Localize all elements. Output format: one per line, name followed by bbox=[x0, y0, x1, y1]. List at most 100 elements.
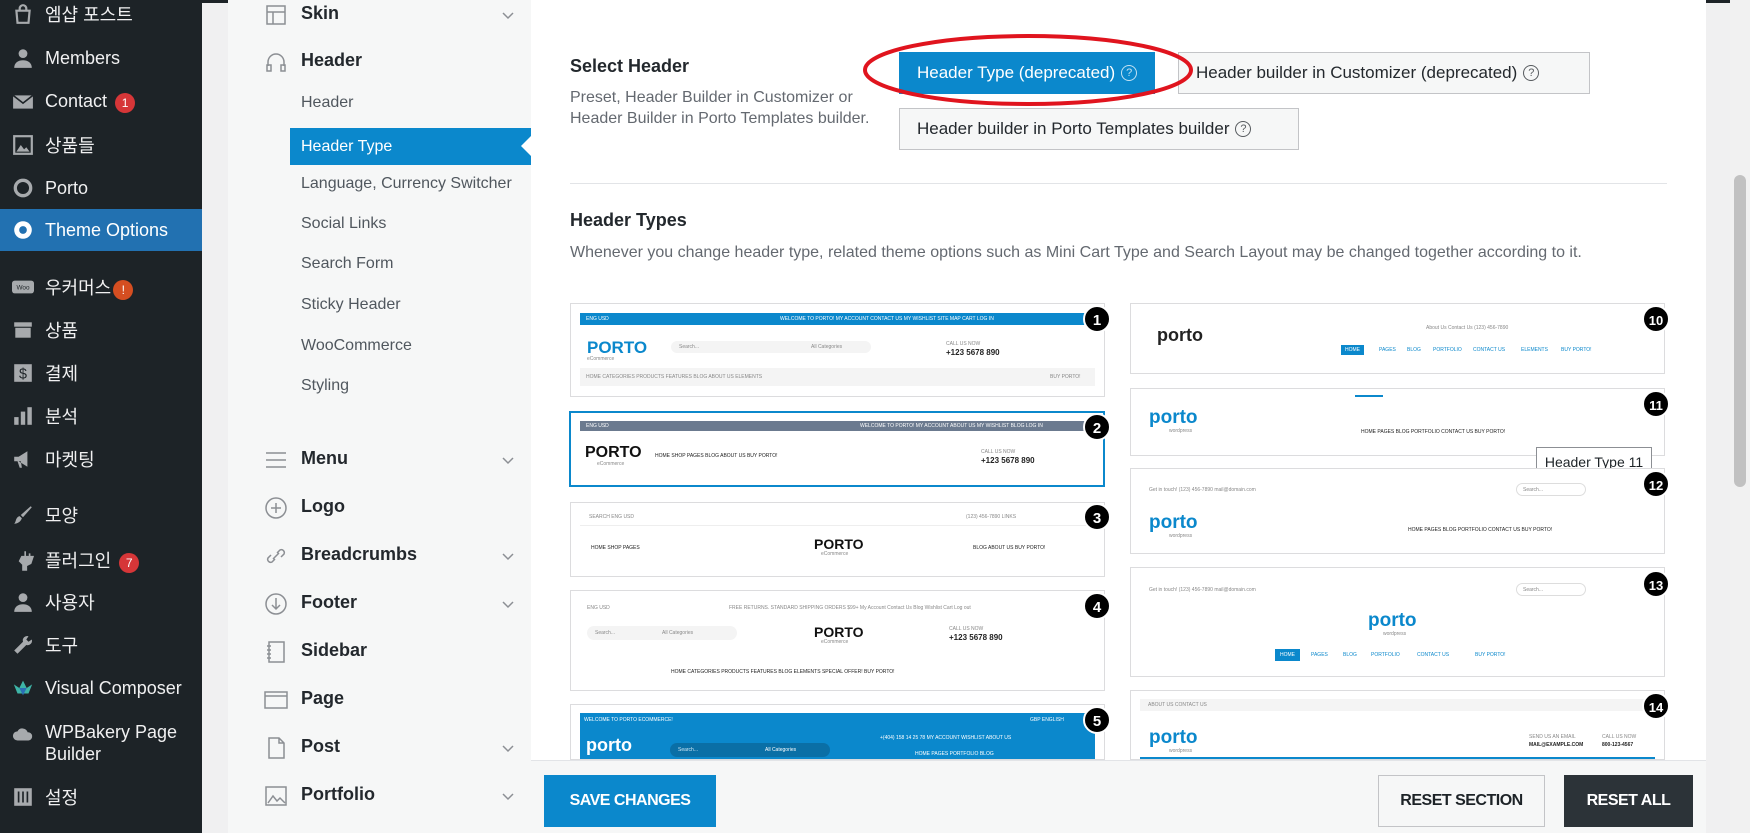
preview-nav: HOME CATEGORIES PRODUCTS FEATURES BLOG A… bbox=[586, 374, 763, 380]
menu-item-appearance[interactable]: 모양 bbox=[0, 495, 202, 535]
menu-item-members[interactable]: Members bbox=[0, 38, 202, 78]
help-icon[interactable]: ? bbox=[1235, 121, 1252, 137]
subsection-sticky-header[interactable]: Sticky Header bbox=[301, 296, 401, 314]
subsection-header[interactable]: Header bbox=[301, 94, 353, 112]
section-footer[interactable]: Footer bbox=[228, 584, 531, 624]
preview-divider bbox=[580, 525, 1095, 526]
preview-nav: HOME SHOP PAGES BLOG ABOUT US BUY PORTO! bbox=[655, 453, 778, 459]
menu-item-contact[interactable]: Contact 1 bbox=[0, 82, 202, 122]
section-skin[interactable]: Skin bbox=[228, 0, 531, 35]
preview-nav-item: PORTFOLIO bbox=[1433, 347, 1462, 353]
save-changes-button[interactable]: SAVE CHANGES bbox=[544, 775, 716, 827]
preview-categories: All Categories bbox=[811, 344, 843, 350]
menu-item-label: 마켓팅 bbox=[45, 450, 95, 470]
preview-phone: +(404) 158 14 25 78 MY ACCOUNT WISHLIST … bbox=[880, 735, 1012, 741]
section-sidebar[interactable]: Sidebar bbox=[228, 632, 531, 672]
section-portfolio[interactable]: Portfolio bbox=[228, 776, 531, 816]
header-type-4[interactable]: ENG USD FREE RETURNS. STANDARD SHIPPING … bbox=[570, 590, 1105, 691]
option-header-builder-templates[interactable]: Header builder in Porto Templates builde… bbox=[899, 108, 1299, 150]
section-page[interactable]: Page bbox=[228, 680, 531, 720]
preview-search-text: Search... bbox=[678, 747, 699, 753]
header-type-14[interactable]: ABOUT US CONTACT US porto wordpress SEND… bbox=[1130, 690, 1665, 760]
menu-item-mshop-post[interactable]: 엠샵 포스트 bbox=[0, 0, 202, 34]
preview-email-label: SEND US AN EMAIL bbox=[1529, 734, 1576, 740]
menu-item-product[interactable]: 상품 bbox=[0, 310, 202, 350]
preview-logo: porto bbox=[1368, 610, 1417, 631]
menu-item-users[interactable]: 사용자 bbox=[0, 582, 202, 622]
section-post[interactable]: Post bbox=[228, 728, 531, 768]
chevron-down-icon bbox=[502, 457, 514, 465]
preview-logo: porto bbox=[586, 735, 632, 755]
section-logo[interactable]: Logo bbox=[228, 488, 531, 528]
section-breadcrumbs[interactable]: Breadcrumbs bbox=[228, 536, 531, 576]
scrollbar-thumb[interactable] bbox=[1734, 175, 1746, 487]
header-type-5[interactable]: WELCOME TO PORTO ECOMMERCE! GBP ENGLISH … bbox=[570, 704, 1105, 760]
preview-navbar: HOME CATEGORIES PRODUCTS FEATURES BLOG A… bbox=[580, 368, 1095, 386]
menu-item-products-kr[interactable]: 상품들 bbox=[0, 125, 202, 165]
header-type-number-badge: 12 bbox=[1642, 470, 1670, 498]
header-type-1[interactable]: ENG USD WELCOME TO PORTO! MY ACCOUNT CON… bbox=[570, 303, 1105, 397]
preview-nav: HOME CATEGORIES PRODUCTS FEATURES BLOG E… bbox=[671, 669, 895, 675]
header-type-2[interactable]: ENG USD WELCOME TO PORTO! MY ACCOUNT ABO… bbox=[569, 411, 1105, 487]
red-annotation-ellipse bbox=[863, 34, 1193, 106]
option-header-builder-customizer[interactable]: Header builder in Customizer (deprecated… bbox=[1178, 52, 1590, 94]
header-type-number-badge: 3 bbox=[1083, 503, 1111, 531]
subsection-woocommerce[interactable]: WooCommerce bbox=[301, 337, 412, 355]
menu-item-payments[interactable]: $ 결제 bbox=[0, 353, 202, 393]
menu-item-label: 엠샵 포스트 bbox=[45, 5, 133, 25]
preview-search-text: Search... bbox=[595, 630, 616, 636]
menu-item-visual-composer[interactable]: Visual Composer bbox=[0, 668, 202, 708]
svg-text:Woo: Woo bbox=[16, 285, 29, 292]
menu-item-settings[interactable]: 설정 bbox=[0, 777, 202, 817]
preview-nav: HOME PAGES BLOG PORTFOLIO CONTACT US BUY… bbox=[1408, 527, 1553, 533]
header-type-3[interactable]: SEARCH ENG USD (123) 456-7890 LINKS HOME… bbox=[570, 502, 1105, 577]
preview-phone-label: CALL US NOW bbox=[946, 341, 981, 347]
brush-icon bbox=[14, 506, 32, 524]
section-header[interactable]: Header bbox=[228, 42, 531, 82]
preview-top-links: Get in touch! (123) 456-7890 mail@domain… bbox=[1149, 487, 1256, 493]
menu-item-plugins[interactable]: 플러그인 7 bbox=[0, 540, 202, 580]
options-section-nav: Skin Header Header Header Type Language,… bbox=[228, 0, 531, 833]
header-type-11[interactable]: porto wordpress HOME PAGES BLOG PORTFOLI… bbox=[1130, 388, 1665, 456]
preview-nav-right: BLOG ABOUT US BUY PORTO! bbox=[973, 545, 1046, 551]
link-icon bbox=[266, 548, 286, 564]
woo-icon: Woo bbox=[12, 280, 34, 294]
header-type-number-badge: 1 bbox=[1083, 305, 1111, 333]
admin-menu: 엠샵 포스트 Members Contact 1 상품들 Porto Theme … bbox=[0, 0, 202, 833]
preview-lang: ENG USD bbox=[587, 605, 610, 611]
menu-item-tools[interactable]: 도구 bbox=[0, 625, 202, 665]
header-type-10[interactable]: porto About Us Contact Us (123) 456-7890… bbox=[1130, 303, 1665, 374]
subsection-social-links[interactable]: Social Links bbox=[301, 215, 386, 233]
subsection-header-type[interactable]: Header Type bbox=[290, 128, 531, 165]
subsection-styling[interactable]: Styling bbox=[301, 377, 349, 395]
menu-item-woocommerce[interactable]: Woo 우커머스! bbox=[0, 267, 202, 307]
preview-top-links: ABOUT US CONTACT US bbox=[1148, 702, 1207, 708]
preview-search: Search... All Categories bbox=[587, 626, 737, 640]
menu-item-label: Contact 1 bbox=[45, 91, 136, 113]
header-type-13[interactable]: Get in touch! (123) 456-7890 mail@domain… bbox=[1130, 567, 1665, 677]
header-type-number-badge: 13 bbox=[1642, 570, 1670, 598]
contact-count-badge: 1 bbox=[115, 93, 136, 113]
preview-nav-item: ELEMENTS bbox=[1521, 347, 1548, 353]
header-types-title: Header Types bbox=[570, 210, 687, 230]
reset-all-button[interactable]: RESET ALL bbox=[1564, 775, 1693, 827]
header-type-12[interactable]: Get in touch! (123) 456-7890 mail@domain… bbox=[1130, 468, 1665, 554]
subsection-language-currency[interactable]: Language, Currency Switcher bbox=[301, 175, 512, 193]
menu-item-marketing[interactable]: 마켓팅 bbox=[0, 439, 202, 479]
chevron-down-icon bbox=[502, 745, 514, 753]
help-icon[interactable]: ? bbox=[1523, 65, 1540, 81]
menu-item-porto[interactable]: Porto bbox=[0, 168, 202, 208]
page-scrollbar[interactable] bbox=[1730, 0, 1750, 833]
header-type-number-badge: 10 bbox=[1642, 305, 1670, 333]
menu-item-label: 플러그인 7 bbox=[45, 547, 140, 573]
menu-item-label: Porto bbox=[45, 177, 89, 198]
section-menu[interactable]: Menu bbox=[228, 440, 531, 480]
section-title: Page bbox=[301, 688, 345, 708]
reset-section-button[interactable]: RESET SECTION bbox=[1378, 775, 1545, 827]
section-title: Breadcrumbs bbox=[301, 544, 418, 564]
bar-chart-icon bbox=[14, 407, 32, 425]
menu-item-wpbakery[interactable]: WPBakery Page Builder bbox=[0, 720, 202, 766]
subsection-search-form[interactable]: Search Form bbox=[301, 255, 393, 273]
menu-item-theme-options[interactable]: Theme Options bbox=[0, 209, 202, 251]
menu-item-analytics[interactable]: 분석 bbox=[0, 396, 202, 436]
